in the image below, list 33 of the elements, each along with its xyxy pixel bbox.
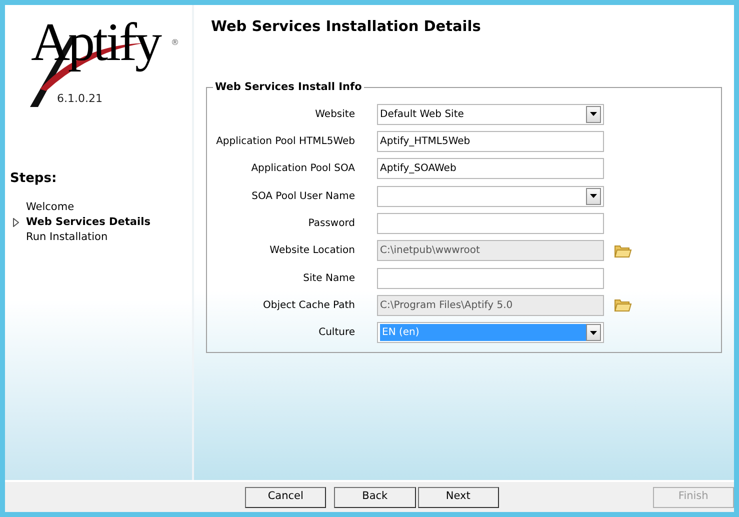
input-field[interactable]: Aptify_SOAWeb [377,158,604,180]
wizard-button[interactable]: Next [418,486,499,508]
field-label: Password [307,217,355,232]
folder-icon[interactable] [614,244,632,258]
page-title: Web Services Installation Details [211,18,482,37]
dropdown-arrow-button[interactable] [586,106,601,123]
step-item: Welcome [26,200,74,216]
field-label: SOA Pool User Name [250,190,355,204]
folder-icon[interactable] [614,298,632,312]
caret-icon [590,330,597,335]
step-item: Web Services Details [26,215,150,230]
input-field[interactable]: Aptify_HTML5Web [377,131,604,152]
dropdown-arrow-button[interactable] [586,324,601,342]
input-field[interactable] [377,213,604,234]
field-label: Site Name [302,272,355,286]
wizard-button[interactable]: Back [334,486,416,508]
input-field[interactable] [377,268,604,289]
steps-heading: Steps: [10,170,58,188]
field-label: Application Pool HTML5Web [215,135,355,150]
dropdown-field[interactable]: Default Web Site [377,104,604,125]
registered-mark: ® [171,39,179,47]
field-label: Website [314,108,355,122]
version-text: 6.1.0.21 [57,91,102,107]
dropdown-field[interactable] [377,186,604,207]
dropdown-arrow-button[interactable] [586,188,601,205]
caret-icon [590,194,597,198]
field-label: Culture [318,326,355,340]
field-label: Application Pool SOA [250,162,355,176]
field-label: Website Location [268,244,355,258]
field-label: Object Cache Path [262,298,355,313]
caret-icon [590,112,597,116]
step-item: Run Installation [26,230,108,246]
wizard-button[interactable]: Cancel [245,486,326,508]
